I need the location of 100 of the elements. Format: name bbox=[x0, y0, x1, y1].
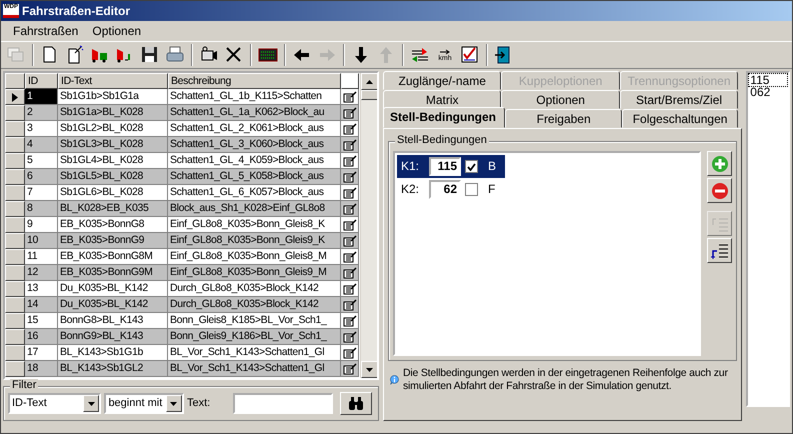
row-header[interactable] bbox=[5, 345, 25, 361]
condition-row[interactable]: K1: 115 B bbox=[397, 155, 505, 178]
table-cell[interactable]: Schatten1_GL_3_K060>Block_aus bbox=[168, 137, 341, 153]
edit-icon[interactable] bbox=[342, 170, 356, 182]
tab[interactable]: Freigaben bbox=[505, 109, 622, 128]
table-cell[interactable]: Schatten1_GL_5_K058>Block_aus bbox=[168, 169, 341, 185]
search-button[interactable] bbox=[340, 392, 372, 415]
table-cell[interactable]: 18 bbox=[25, 361, 58, 377]
row-header[interactable] bbox=[5, 121, 25, 137]
column-header[interactable]: ID-Text bbox=[58, 73, 168, 89]
tab[interactable]: Matrix bbox=[383, 90, 502, 109]
edit-icon[interactable] bbox=[342, 298, 356, 310]
tab[interactable]: Stell-Bedingungen bbox=[383, 107, 506, 128]
table-cell[interactable]: BL_Vor_Sch1_K143>Schatten1_Gl bbox=[168, 361, 341, 377]
table-cell[interactable]: BonnG9>BL_K143 bbox=[58, 329, 168, 345]
number-field[interactable]: 115 bbox=[429, 157, 462, 176]
add-icon bbox=[710, 154, 729, 172]
edit-icon[interactable] bbox=[342, 138, 356, 150]
tab[interactable]: Optionen bbox=[501, 90, 620, 109]
list-item[interactable]: 062 bbox=[749, 86, 787, 98]
edit-icon[interactable] bbox=[342, 106, 356, 118]
menu-item[interactable]: Optionen bbox=[86, 22, 148, 40]
row-header[interactable] bbox=[5, 89, 25, 105]
edit-icon[interactable] bbox=[342, 282, 356, 294]
checkbox[interactable] bbox=[465, 160, 478, 173]
row-header[interactable] bbox=[5, 169, 25, 185]
table-cell[interactable]: Block_aus_Sh1_K028>Einf_GL8o8 bbox=[168, 201, 341, 217]
table-cell[interactable]: BL_K143>Sb1GL2 bbox=[58, 361, 168, 377]
row-header[interactable] bbox=[5, 105, 25, 121]
row-header[interactable] bbox=[5, 217, 25, 233]
table-cell[interactable]: Durch_GL8o8_K035>Block_K142 bbox=[168, 297, 341, 313]
tab[interactable]: Start/Brems/Ziel bbox=[620, 90, 738, 109]
field-label: K2: bbox=[401, 182, 420, 197]
menu-item[interactable]: Fahrstraßen bbox=[7, 22, 84, 40]
column-header[interactable] bbox=[341, 73, 359, 89]
row-header[interactable] bbox=[5, 329, 25, 345]
table-cell[interactable]: EB_K035>BonnG9M bbox=[58, 265, 168, 281]
edit-icon[interactable] bbox=[342, 314, 356, 326]
table-cell[interactable]: Bonn_Gleis9_K186>BL_Vor_Sch1_ bbox=[168, 329, 341, 345]
row-header[interactable] bbox=[5, 233, 25, 249]
row-header[interactable] bbox=[5, 281, 25, 297]
row-header[interactable] bbox=[5, 201, 25, 217]
table-cell[interactable]: Schatten1_GL_1a_K062>Block_au bbox=[168, 105, 341, 121]
table-cell[interactable]: Einf_GL8o8_K035>Bonn_Gleis9_M bbox=[168, 265, 341, 281]
table-cell[interactable]: EB_K035>BonnG9 bbox=[58, 233, 168, 249]
dropdown[interactable]: ID-Text bbox=[8, 393, 102, 414]
tab[interactable]: Zuglänge/-name bbox=[383, 71, 502, 90]
table-cell[interactable]: Sb1G1a>BL_K028 bbox=[58, 105, 168, 121]
edit-icon[interactable] bbox=[342, 90, 356, 102]
table-cell[interactable]: 4 bbox=[25, 137, 58, 153]
edit-icon[interactable] bbox=[342, 186, 356, 198]
condition-row[interactable]: K2: 62 F bbox=[397, 178, 505, 201]
number-field[interactable]: 62 bbox=[429, 180, 462, 199]
scroll-thumb[interactable] bbox=[361, 90, 377, 100]
table-cell[interactable]: 8 bbox=[25, 201, 58, 217]
column-header[interactable]: ID bbox=[25, 73, 58, 89]
edit-icon[interactable] bbox=[342, 362, 356, 374]
toolbar-button[interactable] bbox=[707, 178, 732, 203]
row-header[interactable] bbox=[5, 265, 25, 281]
toolbar-button[interactable] bbox=[707, 151, 732, 176]
edit-icon[interactable] bbox=[342, 266, 356, 278]
edit-icon[interactable] bbox=[342, 250, 356, 262]
table-cell[interactable]: 14 bbox=[25, 297, 58, 313]
table-cell[interactable]: BL_K028>EB_K035 bbox=[58, 201, 168, 217]
table-cell[interactable]: 1 bbox=[25, 89, 58, 105]
toolbar-button[interactable] bbox=[707, 238, 732, 263]
scroll-down-button[interactable] bbox=[361, 361, 377, 378]
group-title: Stell-Bedingungen bbox=[395, 134, 489, 148]
dropdown[interactable]: beginnt mit bbox=[104, 393, 184, 414]
row-header[interactable] bbox=[5, 153, 25, 169]
edit-icon[interactable] bbox=[342, 202, 356, 214]
table-cell[interactable]: Einf_GL8o8_K035>Bonn_Gleis9_K bbox=[168, 233, 341, 249]
table-cell[interactable]: 6 bbox=[25, 169, 58, 185]
edit-icon[interactable] bbox=[342, 346, 356, 358]
edit-icon[interactable] bbox=[342, 234, 356, 246]
table-cell[interactable]: 10 bbox=[25, 233, 58, 249]
text-field[interactable] bbox=[233, 393, 334, 414]
row-header[interactable] bbox=[5, 249, 25, 265]
tab[interactable]: Folgeschaltungen bbox=[622, 109, 738, 128]
row-header[interactable] bbox=[5, 313, 25, 329]
binoculars-icon bbox=[348, 397, 364, 410]
table-cell[interactable]: 12 bbox=[25, 265, 58, 281]
table-cell[interactable]: Sb1GL3>BL_K028 bbox=[58, 137, 168, 153]
edit-icon[interactable] bbox=[342, 330, 356, 342]
table-cell[interactable]: Du_K035>BL_K142 bbox=[58, 297, 168, 313]
row-header[interactable] bbox=[5, 297, 25, 313]
info-text: Die Stellbedingungen werden in der eingetragenen Reihenfolge auch zur simulierten Abfahrt der Fahrstraße in der Simulation genutzt. bbox=[402, 367, 729, 392]
column-header[interactable]: Beschreibung bbox=[168, 73, 341, 89]
table-cell[interactable]: 16 bbox=[25, 329, 58, 345]
list-item[interactable]: 115 bbox=[749, 74, 787, 86]
row-header[interactable] bbox=[5, 137, 25, 153]
table-cell[interactable]: Sb1GL5>BL_K028 bbox=[58, 169, 168, 185]
row-header[interactable] bbox=[5, 185, 25, 201]
scroll-up-button[interactable] bbox=[361, 73, 377, 90]
checkbox[interactable] bbox=[465, 183, 478, 196]
edit-icon[interactable] bbox=[342, 154, 356, 166]
edit-icon[interactable] bbox=[342, 122, 356, 134]
row-header[interactable] bbox=[5, 361, 25, 377]
table-cell[interactable]: 2 bbox=[25, 105, 58, 121]
edit-icon[interactable] bbox=[342, 218, 356, 230]
